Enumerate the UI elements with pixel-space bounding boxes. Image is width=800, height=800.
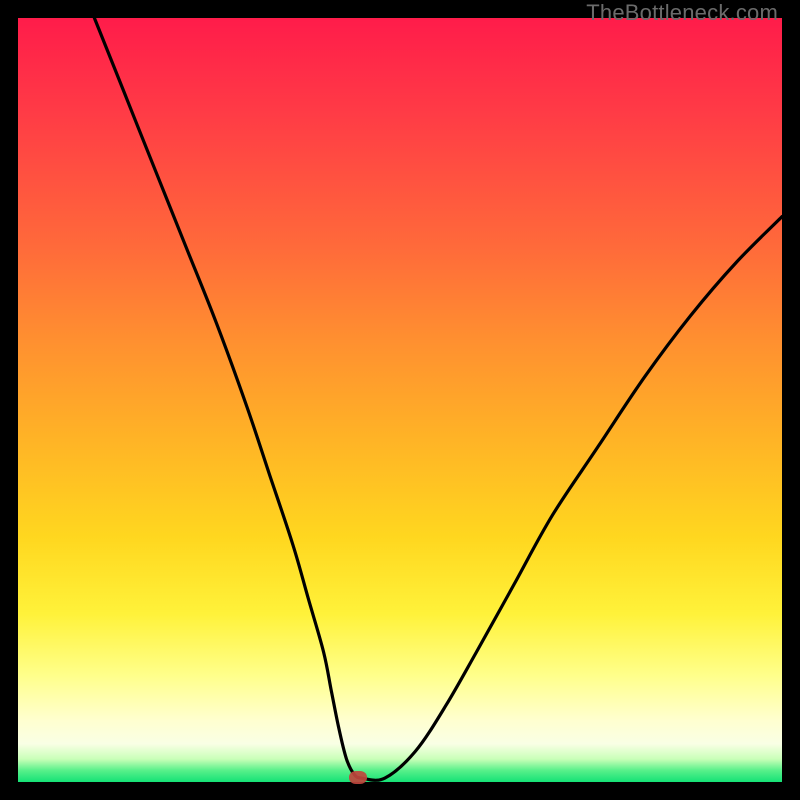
plot-area [18, 18, 782, 782]
curve-path [94, 18, 782, 780]
optimal-marker [349, 771, 367, 784]
chart-frame: TheBottleneck.com [0, 0, 800, 800]
watermark-label: TheBottleneck.com [586, 0, 778, 26]
bottleneck-curve [18, 18, 782, 782]
